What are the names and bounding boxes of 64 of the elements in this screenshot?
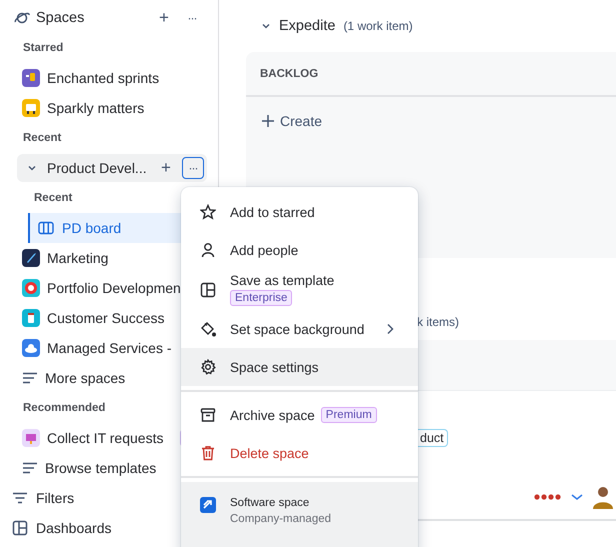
section-label: Recommended xyxy=(22,401,106,416)
plan-badge: Premium xyxy=(320,407,377,423)
space-name: Product Devel... xyxy=(47,160,148,176)
space-name: Portfolio Developmen xyxy=(47,280,181,296)
bucket-icon xyxy=(200,321,216,337)
layout-icon xyxy=(200,282,216,298)
gear-icon xyxy=(200,359,216,375)
nav-label: Dashboards xyxy=(36,520,112,536)
section-label: Recent xyxy=(22,131,62,146)
lines-icon xyxy=(22,370,38,386)
spaces-heading: Spaces xyxy=(36,10,86,26)
space-item[interactable]: Product Devel... + ··· xyxy=(17,154,207,182)
more-button[interactable]: ··· xyxy=(182,157,204,179)
star-icon xyxy=(200,204,216,220)
dashboard-icon xyxy=(12,520,28,536)
board-icon xyxy=(38,221,54,235)
avatar-icon[interactable] xyxy=(592,485,614,509)
chevron-right-icon xyxy=(386,323,394,335)
planet-icon xyxy=(14,10,30,26)
menu-item-label: Add to starred xyxy=(230,204,315,220)
lines-icon xyxy=(22,460,38,476)
priority-icon xyxy=(534,494,562,500)
space-item[interactable]: Enchanted sprints xyxy=(0,63,218,93)
nav-label: Filters xyxy=(36,490,74,506)
menu-item-label: Archive space xyxy=(230,408,315,422)
board-name: PD board xyxy=(62,220,122,236)
space-name: Collect IT requests xyxy=(47,430,164,446)
space-name: Sparkly matters xyxy=(47,100,144,116)
space-name: Enchanted sprints xyxy=(47,70,160,86)
section-label: Recent xyxy=(33,191,72,206)
space-name: Managed Services - xyxy=(47,340,172,356)
chevron-icon xyxy=(571,493,583,501)
footer-subtitle: Company-managed xyxy=(230,513,332,525)
chevron-icon[interactable] xyxy=(261,21,271,31)
create-button[interactable]: Create xyxy=(261,113,322,129)
menu-item[interactable]: Space settings xyxy=(181,348,418,386)
archive-icon xyxy=(200,407,216,423)
group-title: Expedite xyxy=(279,18,336,34)
space-name: Customer Success xyxy=(47,310,164,326)
column-title: BACKLOG xyxy=(260,68,318,80)
nav-label: More spaces xyxy=(45,370,126,386)
item-count: (1 work item) xyxy=(343,19,413,33)
software-space-icon xyxy=(200,497,216,513)
section-label: Starred xyxy=(22,41,64,56)
plan-badge: Enterprise xyxy=(230,290,292,306)
filter-icon xyxy=(12,490,28,506)
trash-icon xyxy=(200,445,216,461)
menu-item-label: Delete space xyxy=(230,446,309,460)
nav-label: Browse templates xyxy=(45,460,156,476)
item-count: k items) xyxy=(417,314,460,331)
person-icon xyxy=(200,242,216,258)
more-button[interactable]: ··· xyxy=(181,7,203,29)
space-type-footer[interactable]: Software space Company-managed xyxy=(181,482,418,547)
menu-item-label: Add people xyxy=(230,242,298,258)
menu-item-label: Save as template xyxy=(230,273,334,288)
add-button[interactable]: + xyxy=(155,157,177,179)
plus-icon xyxy=(261,114,275,128)
menu-item[interactable]: Archive space Premium xyxy=(181,396,418,434)
add-space-button[interactable]: + xyxy=(153,7,175,29)
menu-item-label: Set space background xyxy=(230,322,364,336)
menu-item-label: Space settings xyxy=(230,360,319,374)
space-name: Marketing xyxy=(47,250,108,266)
space-item[interactable]: Sparkly matters xyxy=(0,93,218,123)
footer-title: Software space xyxy=(230,497,310,509)
